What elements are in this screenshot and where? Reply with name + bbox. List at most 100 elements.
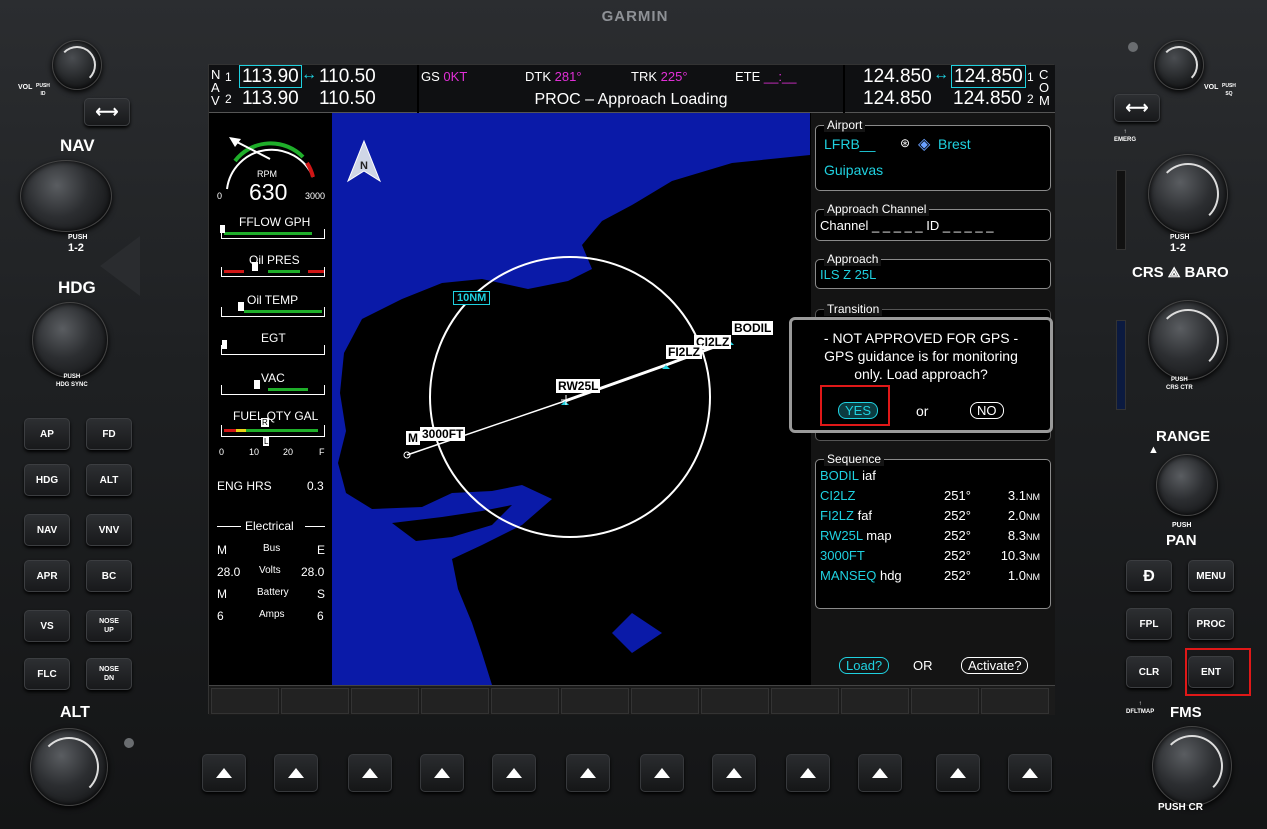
softkey-7[interactable]	[640, 754, 684, 792]
range-arrows-icon: ▲	[1148, 444, 1159, 456]
vac-gauge	[221, 380, 325, 395]
waypoint-bodil[interactable]: BODIL	[732, 321, 774, 335]
nav2-standby-freq[interactable]: 110.50	[319, 88, 376, 110]
load-or-label: OR	[913, 658, 933, 673]
waypoint-3000ft[interactable]: 3000FT	[420, 427, 466, 441]
nose-up-button[interactable]: NOSE UP	[86, 610, 132, 642]
fms-knob[interactable]	[1152, 726, 1232, 806]
crs-baro-knob[interactable]	[1148, 300, 1228, 380]
sequence-row: RW25L map 252° 8.3NM	[820, 528, 1040, 543]
ap-button[interactable]: AP	[24, 418, 70, 450]
dialog-no-button[interactable]: NO	[970, 402, 1004, 419]
com-knob[interactable]	[1148, 154, 1228, 234]
range-pan-knob[interactable]	[1156, 454, 1218, 516]
flc-button[interactable]: FLC	[24, 658, 70, 690]
fpl-button[interactable]: FPL	[1126, 608, 1172, 640]
airport-group-title: Airport	[824, 118, 866, 132]
fuel-qty-gauge	[221, 425, 325, 437]
com1-standby-freq[interactable]: 124.850	[951, 65, 1026, 88]
fuel-qty-label: FUEL QTY GAL	[233, 409, 319, 423]
yes-highlight-box	[820, 385, 890, 426]
softkey-4[interactable]	[420, 754, 464, 792]
fflow-label: FFLOW GPH	[239, 215, 311, 229]
softkey-8[interactable]	[712, 754, 756, 792]
hdg-knob[interactable]	[32, 302, 108, 378]
nav-button[interactable]: NAV	[24, 514, 70, 546]
vs-button[interactable]: VS	[24, 610, 70, 642]
alt-knob[interactable]	[30, 728, 108, 806]
direct-to-button[interactable]: Ð	[1126, 560, 1172, 592]
com2-active-freq[interactable]: 124.850	[863, 88, 932, 110]
nav1-active-freq[interactable]: 113.90	[239, 65, 302, 88]
airport-diamond-icon: ◈	[918, 136, 931, 153]
com-swap-arrow: ↔	[933, 66, 949, 83]
proc-button[interactable]: PROC	[1188, 608, 1234, 640]
nav2-active-freq[interactable]: 113.90	[242, 88, 299, 110]
dtk-field: DTK 281°	[525, 69, 582, 84]
alt-indicator-dot	[124, 738, 134, 748]
nav1-standby-freq[interactable]: 110.50	[319, 66, 376, 88]
range-ring	[403, 256, 734, 538]
ete-field: ETE __:__	[735, 69, 797, 84]
activate-button[interactable]: Activate?	[961, 657, 1029, 674]
hdg-button[interactable]: HDG	[24, 464, 70, 496]
com1-active-freq[interactable]: 124.850	[863, 66, 932, 88]
nav-frequency-box: N A V 1 2 113.90 ↔ 110.50 113.90 110.50	[209, 65, 417, 113]
alt-button[interactable]: ALT	[86, 464, 132, 496]
softkey-1[interactable]	[202, 754, 246, 792]
garmin-logo: GARMIN	[601, 8, 669, 25]
vol-label-left: VOL	[18, 84, 33, 91]
softkey-9[interactable]	[786, 754, 830, 792]
approach-channel-title: Approach Channel	[824, 202, 930, 216]
navigation-map[interactable]: N 10NM BODIL CI2LZ FI2LZ RW25L M 3000FT	[332, 113, 810, 685]
pan-label: PAN	[1166, 532, 1197, 549]
dialog-line-2: GPS guidance is for monitoring	[824, 348, 1018, 364]
approach-group: Approach ILS Z 25L	[815, 252, 1051, 289]
waypoint-m[interactable]: M	[406, 431, 420, 445]
vnv-button[interactable]: VNV	[86, 514, 132, 546]
waypoint-rw25l[interactable]: RW25L	[556, 379, 601, 393]
hdg-push-label: PUSH HDG SYNC	[56, 374, 88, 388]
apr-button[interactable]: APR	[24, 560, 70, 592]
softkey-10[interactable]	[858, 754, 902, 792]
softkey-12[interactable]	[1008, 754, 1052, 792]
nav-side-label: N A V	[211, 67, 221, 108]
vol-label-right: VOL	[1204, 84, 1219, 91]
com-frequency-box: 124.850 ↔ 124.850 124.850 124.850 1 2 C …	[845, 65, 1055, 113]
bus-label: Bus	[263, 543, 281, 554]
load-button[interactable]: Load?	[839, 657, 890, 674]
waypoint-fi2lz[interactable]: FI2LZ	[666, 345, 702, 359]
softkey-3[interactable]	[348, 754, 392, 792]
com-swap-button[interactable]: ⟷	[1114, 94, 1160, 122]
vol-knob-left[interactable]	[52, 40, 102, 90]
dialog-line-1: - NOT APPROVED FOR GPS -	[823, 330, 1019, 346]
nose-dn-button[interactable]: NOSE DN	[86, 658, 132, 690]
nav-arrow-decor	[100, 236, 140, 296]
airport-identifier[interactable]: LFRB__	[824, 136, 875, 152]
hdg-label: HDG	[58, 278, 96, 297]
bus-e: E	[317, 543, 326, 557]
nav-swap-button[interactable]: ⟷	[84, 98, 130, 126]
amps-left: 6	[217, 609, 224, 623]
egt-gauge	[221, 340, 325, 355]
crs-baro-icon: ⟁	[1167, 264, 1181, 280]
amps-label: Amps	[259, 609, 285, 620]
softkey-2[interactable]	[274, 754, 318, 792]
com2-standby-freq[interactable]: 124.850	[953, 88, 1022, 110]
approach-channel-field[interactable]: Channel _ _ _ _ _ ID _ _ _ _ _	[820, 218, 993, 233]
approach-value[interactable]: ILS Z 25L	[820, 267, 876, 282]
bc-button[interactable]: BC	[86, 560, 132, 592]
fd-button[interactable]: FD	[86, 418, 132, 450]
vol-knob-right[interactable]	[1154, 40, 1204, 90]
oil-temp-gauge	[221, 302, 325, 317]
nav-knob[interactable]	[20, 160, 112, 232]
softkey-6[interactable]	[566, 754, 610, 792]
softkey-11[interactable]	[936, 754, 980, 792]
clr-button[interactable]: CLR	[1126, 656, 1172, 688]
rpm-label: RPM	[257, 169, 277, 179]
menu-button[interactable]: MENU	[1188, 560, 1234, 592]
bus-m: M	[217, 543, 227, 557]
com1-number: 1	[1027, 70, 1034, 84]
electrical-title: Electrical	[245, 519, 294, 533]
softkey-5[interactable]	[492, 754, 536, 792]
